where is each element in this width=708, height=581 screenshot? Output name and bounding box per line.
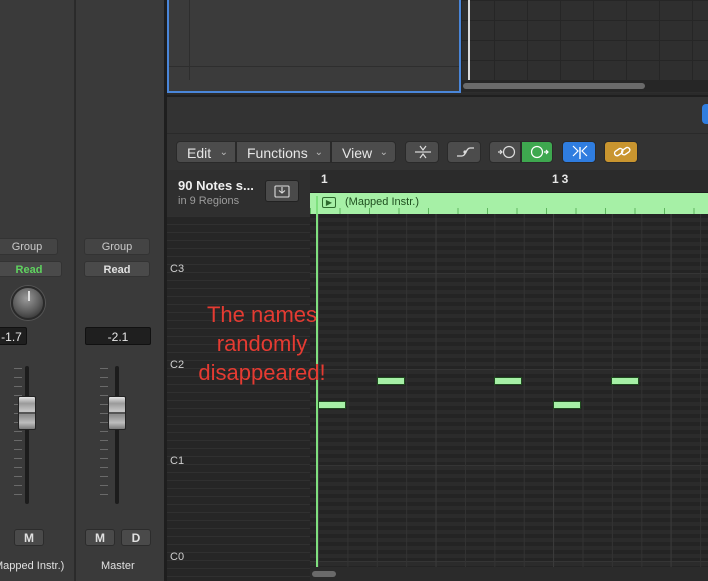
annotation-line: The names bbox=[206, 302, 318, 327]
functions-menu[interactable]: Functions ⌄ bbox=[236, 141, 331, 163]
scrollbar-thumb[interactable] bbox=[463, 83, 645, 89]
group-button[interactable]: Group bbox=[84, 238, 150, 255]
link-button[interactable] bbox=[604, 141, 638, 163]
catch-icon bbox=[572, 145, 588, 159]
midi-in-icon bbox=[498, 145, 516, 159]
tracks-workspace[interactable] bbox=[461, 0, 708, 80]
piano-roll-grid[interactable] bbox=[310, 214, 708, 567]
pan-knob[interactable] bbox=[11, 286, 45, 320]
horizontal-scrollbar[interactable] bbox=[310, 567, 708, 581]
timeline-ruler[interactable] bbox=[310, 170, 708, 193]
midi-note[interactable] bbox=[553, 401, 581, 409]
view-menu[interactable]: View ⌄ bbox=[331, 141, 396, 163]
view-menu-label: View bbox=[342, 145, 373, 161]
catch-playhead-button[interactable] bbox=[562, 141, 596, 163]
annotation-line: disappeared! bbox=[198, 360, 326, 385]
edit-menu-label: Edit bbox=[187, 145, 212, 161]
key-label-c1: C1 bbox=[170, 455, 185, 467]
volume-readout[interactable]: -2.1 bbox=[85, 327, 151, 345]
bar-number: 1 bbox=[321, 172, 328, 186]
midi-note[interactable] bbox=[377, 377, 405, 385]
channel-strip-master: Group Read -2.1 M D Master bbox=[76, 0, 164, 581]
automation-curve-icon bbox=[457, 147, 474, 157]
automation-mode-button[interactable]: Read bbox=[84, 261, 150, 277]
fader-scale bbox=[100, 368, 108, 502]
selected-track-header-area[interactable] bbox=[167, 0, 461, 93]
region-subtitle: in 9 Regions bbox=[178, 195, 240, 207]
annotation-line: randomly bbox=[216, 331, 308, 356]
mute-button[interactable]: M bbox=[14, 529, 44, 546]
automation-curve-button[interactable] bbox=[447, 141, 481, 163]
key-label-c0: C0 bbox=[170, 551, 185, 563]
download-icon bbox=[274, 185, 290, 198]
volume-fader-track[interactable] bbox=[25, 366, 29, 504]
editor-header bbox=[167, 95, 708, 133]
edit-menu[interactable]: Edit ⌄ bbox=[176, 141, 236, 163]
collapse-button[interactable] bbox=[405, 141, 439, 163]
divider bbox=[189, 0, 190, 80]
annotation-text: The names randomly disappeared! bbox=[188, 300, 336, 387]
midi-note[interactable] bbox=[318, 401, 346, 409]
volume-fader-track[interactable] bbox=[115, 366, 119, 504]
mute-button[interactable]: M bbox=[85, 529, 115, 546]
volume-fader-handle[interactable] bbox=[18, 396, 36, 430]
chevron-down-icon: ⌄ bbox=[219, 147, 228, 158]
midi-out-icon bbox=[530, 145, 549, 159]
playhead[interactable] bbox=[468, 0, 470, 80]
midi-in-button[interactable] bbox=[489, 141, 521, 163]
chevron-down-icon: ⌄ bbox=[379, 147, 388, 158]
play-region-icon[interactable]: ▶ bbox=[322, 197, 336, 208]
channel-name: Master bbox=[101, 560, 135, 572]
functions-menu-label: Functions bbox=[247, 145, 308, 161]
fader-scale bbox=[14, 368, 22, 502]
region-name: (Mapped Instr.) bbox=[345, 196, 419, 208]
channel-strip-mapped-instr: Group Read -1.7 M Mapped Instr.) bbox=[0, 0, 75, 581]
piano-keyboard[interactable] bbox=[167, 216, 310, 581]
region-action-button[interactable] bbox=[265, 180, 299, 202]
automation-mode-button[interactable]: Read bbox=[0, 261, 62, 277]
group-button[interactable]: Group bbox=[0, 238, 58, 255]
divider bbox=[169, 66, 459, 67]
key-label-c3: C3 bbox=[170, 263, 185, 275]
midi-out-button[interactable] bbox=[521, 141, 553, 163]
collapse-icon bbox=[415, 145, 431, 159]
region-title: 90 Notes s... bbox=[178, 178, 254, 193]
piano-roll-tab[interactable] bbox=[702, 104, 708, 124]
chevron-down-icon: ⌄ bbox=[314, 147, 323, 158]
key-label-c2: C2 bbox=[170, 359, 185, 371]
channel-name: Mapped Instr.) bbox=[0, 560, 65, 572]
midi-note[interactable] bbox=[611, 377, 639, 385]
dim-button[interactable]: D bbox=[121, 529, 151, 546]
volume-readout[interactable]: -1.7 bbox=[0, 327, 27, 345]
horizontal-scrollbar[interactable] bbox=[461, 80, 708, 92]
scrollbar-thumb[interactable] bbox=[312, 571, 336, 577]
bar-number: 13 bbox=[552, 172, 572, 186]
midi-note[interactable] bbox=[494, 377, 522, 385]
link-icon bbox=[613, 146, 631, 157]
volume-fader-handle[interactable] bbox=[108, 396, 126, 430]
